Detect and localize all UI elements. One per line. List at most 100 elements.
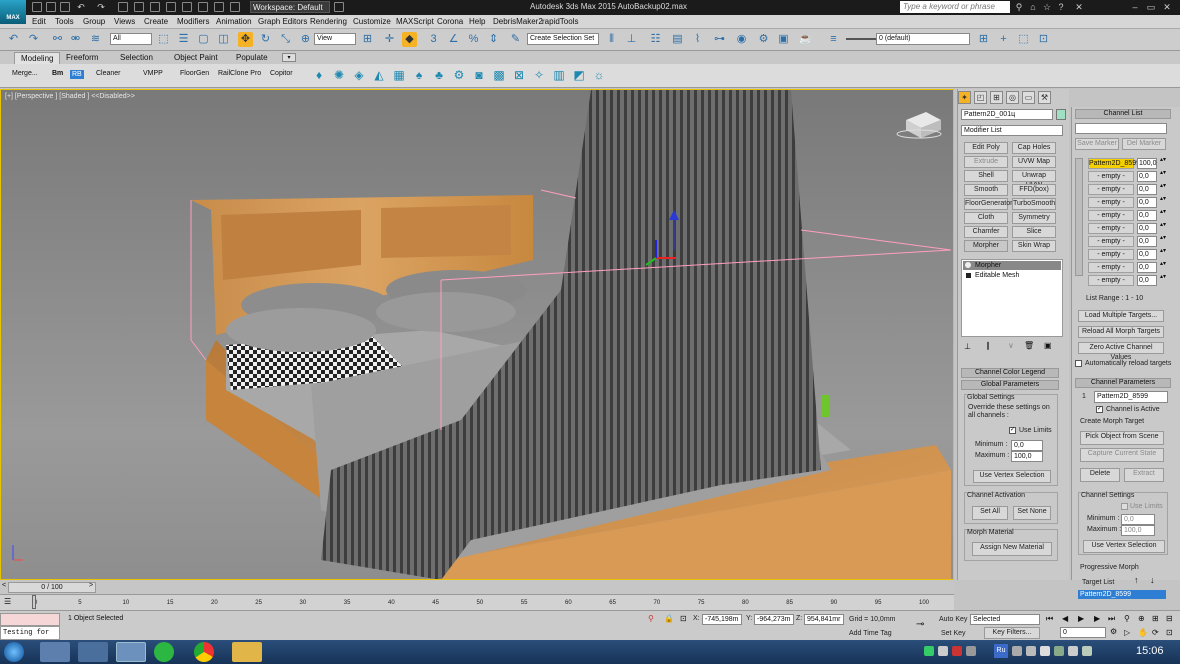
undo-icon[interactable]: ↶: [6, 32, 21, 47]
quick-access-icon[interactable]: [118, 2, 128, 12]
close-small-icon[interactable]: ✕: [1074, 2, 1084, 12]
key-icon[interactable]: ⊸: [916, 619, 924, 630]
ribbon-tab-modeling[interactable]: Modeling: [14, 52, 61, 64]
current-frame-field[interactable]: 0: [1060, 627, 1106, 638]
ribbon-tab-populate[interactable]: Populate: [230, 52, 274, 64]
add-time-tag[interactable]: Add Time Tag: [849, 630, 892, 637]
modifier-button-cloth[interactable]: Cloth: [964, 212, 1008, 224]
menu-group[interactable]: Group: [83, 17, 105, 26]
time-config-icon[interactable]: ⚙: [1110, 627, 1117, 636]
cs-maximum-spinner[interactable]: 100,0: [1121, 525, 1155, 536]
modifier-button-unwrap-uvw[interactable]: Unwrap UVW: [1012, 170, 1056, 189]
link-icon[interactable]: ⚯: [50, 32, 65, 47]
viewport-icon[interactable]: ▥: [552, 68, 566, 82]
morph-channel-slot[interactable]: Pattern2D_8599 100,0 ▴▾: [1088, 157, 1168, 170]
computer-taskbar-icon[interactable]: [78, 642, 108, 662]
frame-buffer-icon[interactable]: ▩: [492, 68, 506, 82]
align-icon[interactable]: ⊥: [624, 32, 639, 47]
render-region-icon[interactable]: ⊠: [512, 68, 526, 82]
chrome-taskbar-icon[interactable]: [194, 642, 214, 662]
tray-icon[interactable]: [1012, 646, 1022, 656]
select-by-name-icon[interactable]: ☰: [176, 32, 191, 47]
modifier-list-dropdown[interactable]: Modifier List: [961, 125, 1063, 136]
slider-next-icon[interactable]: >: [89, 582, 93, 589]
show-end-result-icon[interactable]: ∥: [986, 341, 990, 350]
pick-object-from-scene-button[interactable]: Pick Object from Scene: [1080, 431, 1164, 445]
channel-active-checkbox[interactable]: ✓: [1096, 406, 1103, 413]
modifier-button-uvw-map[interactable]: UVW Map: [1012, 156, 1056, 168]
slider-prev-icon[interactable]: <: [2, 582, 6, 589]
modifier-button-slice[interactable]: Slice: [1012, 226, 1056, 238]
channel-value-spinner[interactable]: 100,0: [1137, 158, 1157, 169]
schematic-view-icon[interactable]: ⊶: [712, 32, 727, 47]
stack-item-morpher[interactable]: Morpher: [963, 261, 1061, 270]
grid-list-icon[interactable]: ▦: [392, 68, 406, 82]
start-button-icon[interactable]: [4, 642, 24, 662]
quick-access-icon[interactable]: [334, 2, 344, 12]
configure-sets-icon[interactable]: ▣: [1044, 341, 1052, 350]
ribbon-item-railclone-pro[interactable]: RailClone Pro: [218, 70, 261, 77]
morph-channel-slot[interactable]: - empty -0,0 ▴▾: [1088, 196, 1168, 209]
modifier-button-ffd-box-[interactable]: FFD(box): [1012, 184, 1056, 196]
channel-value-spinner[interactable]: 0,0: [1137, 223, 1157, 234]
maximum-spinner[interactable]: 100,0: [1011, 451, 1043, 462]
folder-taskbar-icon[interactable]: [232, 642, 262, 662]
tray-icon[interactable]: [924, 646, 934, 656]
rendered-frame-icon[interactable]: ▣: [776, 32, 791, 47]
capture-current-state-button[interactable]: Capture Current State: [1080, 448, 1164, 462]
channel-value-spinner[interactable]: 0,0: [1137, 249, 1157, 260]
render-setup-icon[interactable]: ⚙: [756, 32, 771, 47]
spinner-arrows-icon[interactable]: ▴▾: [1160, 157, 1166, 163]
delete-button[interactable]: Delete: [1080, 468, 1120, 482]
reload-all-morph-targets-button[interactable]: Reload All Morph Targets: [1078, 326, 1164, 338]
add-to-layer-icon[interactable]: +: [996, 32, 1011, 47]
ribbon-item-bm[interactable]: Bm: [52, 70, 63, 77]
ribbon-item-copitor[interactable]: Copitor: [270, 70, 293, 77]
ribbon-item-rb[interactable]: RB: [70, 70, 84, 79]
make-unique-icon[interactable]: ∨: [1008, 341, 1014, 350]
spinner-arrows-icon[interactable]: ▴▾: [1160, 183, 1166, 189]
quick-access-icon[interactable]: [230, 2, 240, 12]
channel-list-rollout[interactable]: Channel List: [1075, 109, 1171, 119]
curve-editor-icon[interactable]: ⌇: [690, 32, 705, 47]
channel-name[interactable]: - empty -: [1088, 197, 1134, 208]
isolate-icon[interactable]: ⚲: [648, 614, 654, 623]
move-up-icon[interactable]: ↑: [1134, 575, 1139, 585]
fov-icon[interactable]: ▷: [1124, 628, 1130, 637]
open-file-icon[interactable]: [46, 2, 56, 12]
menu-tools[interactable]: Tools: [55, 17, 74, 26]
use-vertex-selection-button[interactable]: Use Vertex Selection: [973, 470, 1051, 483]
spinner-arrows-icon[interactable]: ▴▾: [1160, 261, 1166, 267]
render-production-icon[interactable]: ☕: [798, 32, 813, 47]
tray-icon[interactable]: [1040, 646, 1050, 656]
modifier-button-shell[interactable]: Shell: [964, 170, 1008, 182]
tray-icon[interactable]: [1068, 646, 1078, 656]
save-file-icon[interactable]: [60, 2, 70, 12]
set-key-button[interactable]: Set Key: [941, 630, 966, 637]
zoom-icon[interactable]: ⚲: [1124, 614, 1130, 623]
object-name-field[interactable]: Pattern2D_001ц: [961, 109, 1053, 120]
explorer-taskbar-icon[interactable]: [40, 642, 70, 662]
pivot-center-icon[interactable]: ⊞: [360, 32, 375, 47]
menu-create[interactable]: Create: [144, 17, 168, 26]
set-current-layer-icon[interactable]: ⊡: [1036, 32, 1051, 47]
go-to-end-icon[interactable]: ⏭: [1108, 614, 1115, 624]
manage-layers-icon[interactable]: ≡: [826, 32, 841, 47]
rollout-channel-color-legend[interactable]: Channel Color Legend: [961, 368, 1059, 378]
maximize-viewport-icon[interactable]: ⊡: [1166, 628, 1173, 637]
sun-icon[interactable]: ✺: [332, 68, 346, 82]
cs-use-vertex-selection-button[interactable]: Use Vertex Selection: [1083, 540, 1165, 553]
bulb-icon[interactable]: ♦: [312, 68, 326, 82]
cs-use-limits-checkbox[interactable]: [1121, 503, 1128, 510]
modifier-button-extrude[interactable]: Extrude: [964, 156, 1008, 168]
spinner-arrows-icon[interactable]: ▴▾: [1160, 222, 1166, 228]
key-mode-dropdown[interactable]: Selected: [970, 614, 1040, 625]
spinner-arrows-icon[interactable]: ▴▾: [1160, 170, 1166, 176]
undo-icon[interactable]: ↶: [76, 2, 86, 12]
channel-parameters-rollout[interactable]: Channel Parameters: [1075, 378, 1171, 388]
selection-filter-dropdown[interactable]: All: [110, 33, 152, 45]
zero-active-channel-values-button[interactable]: Zero Active Channel Values: [1078, 342, 1164, 361]
place-icon[interactable]: ⊕: [298, 32, 313, 47]
channel-name[interactable]: - empty -: [1088, 249, 1134, 260]
ribbon-tab-freeform[interactable]: Freeform: [60, 52, 104, 64]
